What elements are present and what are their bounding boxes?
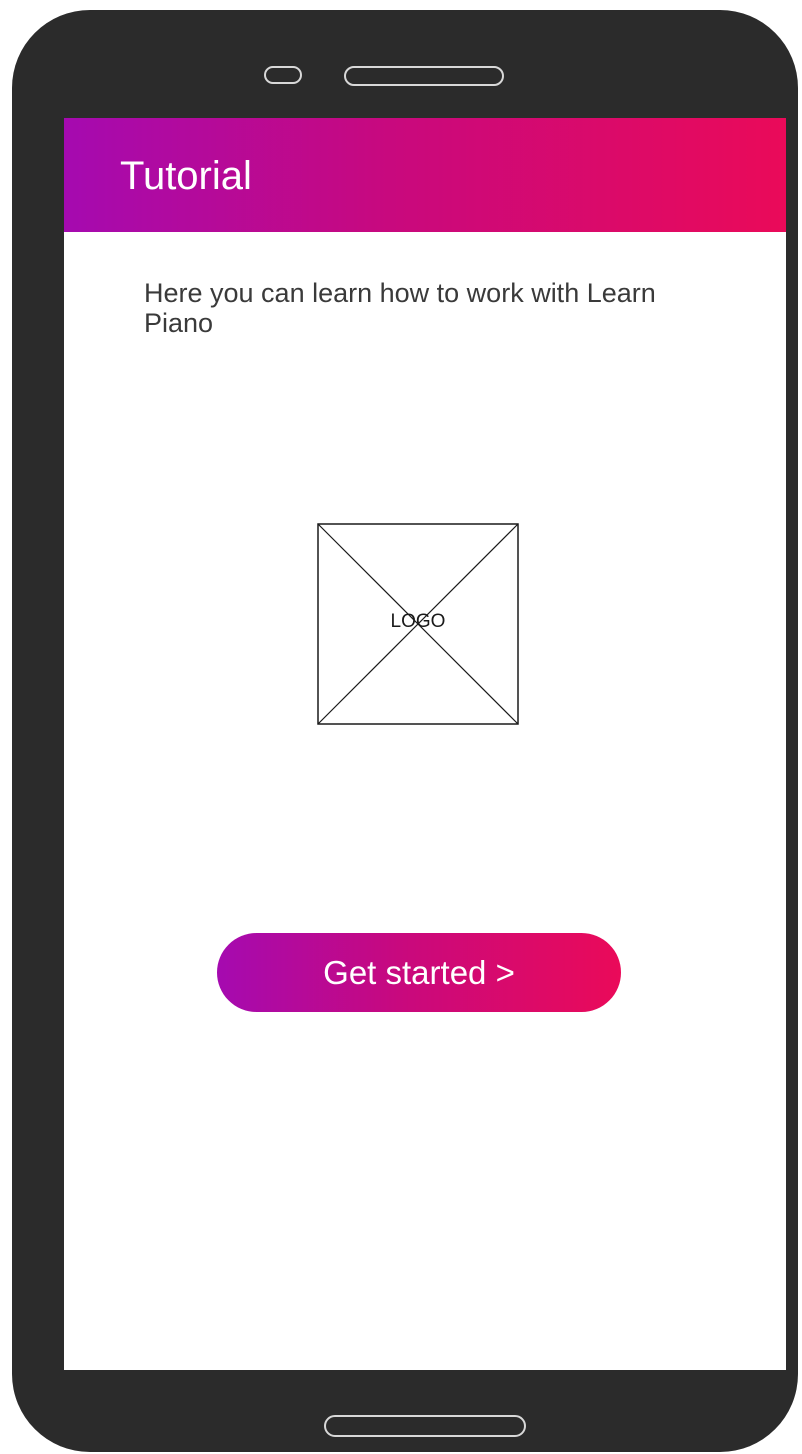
page-title: Tutorial — [120, 154, 252, 198]
logo-placeholder-label: LOGO — [390, 611, 446, 632]
app-header-bar: Tutorial — [64, 118, 786, 232]
get-started-button[interactable]: Get started > — [217, 933, 621, 1012]
logo-placeholder: LOGO — [317, 523, 519, 725]
front-camera-icon — [264, 66, 302, 84]
app-screen: Tutorial Here you can learn how to work … — [64, 118, 786, 1370]
intro-text: Here you can learn how to work with Lear… — [144, 278, 656, 338]
phone-frame: Tutorial Here you can learn how to work … — [12, 10, 798, 1452]
earpiece-speaker-icon — [344, 66, 504, 86]
home-button[interactable] — [324, 1415, 526, 1437]
